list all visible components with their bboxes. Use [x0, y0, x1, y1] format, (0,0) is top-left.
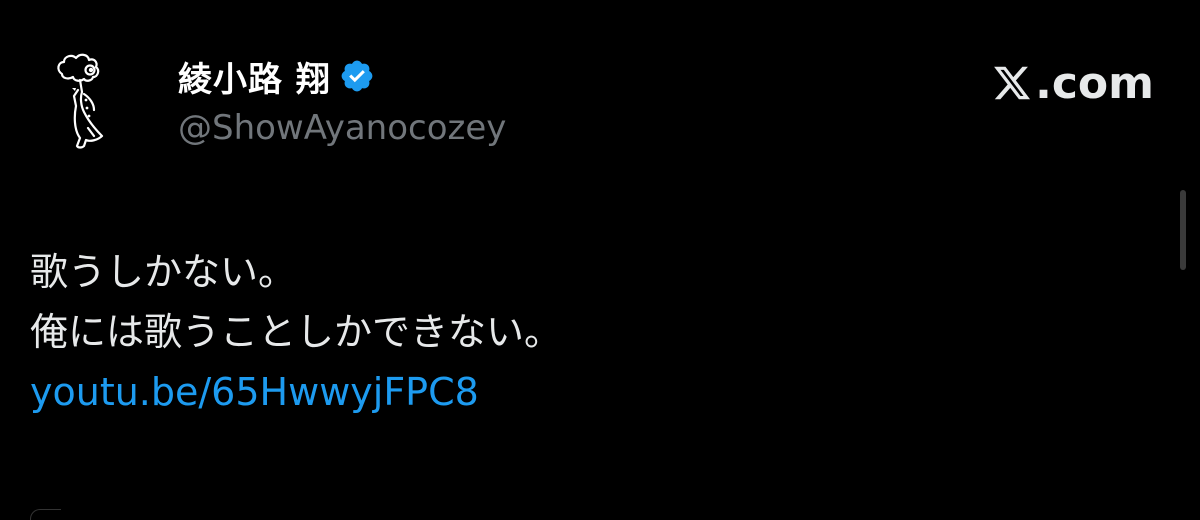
name-row: 綾小路 翔: [178, 52, 375, 101]
tweet-link[interactable]: youtu.be/65HwwyjFPC8: [30, 362, 479, 422]
tweet-text-line: 俺には歌うことしかできない。: [30, 310, 563, 354]
card-divider: [30, 509, 61, 520]
x-logo-icon: [994, 66, 1031, 100]
tweet-text-line: 歌うしかない。: [30, 250, 297, 294]
verified-badge-icon: [341, 60, 373, 92]
scrollbar[interactable]: [1180, 190, 1186, 270]
tweet-card: 綾小路 翔 @ShowAyanocozey .com 歌うしかない。 俺には歌う…: [0, 0, 1200, 520]
display-name[interactable]: 綾小路 翔: [178, 52, 331, 101]
tweet-body: 歌うしかない。 俺には歌うことしかできない。 youtu.be/65HwwyjF…: [30, 242, 1130, 422]
brand-logo[interactable]: .com: [991, 57, 1154, 109]
brand-text: .com: [1035, 57, 1154, 109]
avatar[interactable]: [50, 50, 130, 150]
user-handle[interactable]: @ShowAyanocozey: [178, 108, 506, 148]
cartoon-character-avatar-icon: [57, 53, 104, 149]
